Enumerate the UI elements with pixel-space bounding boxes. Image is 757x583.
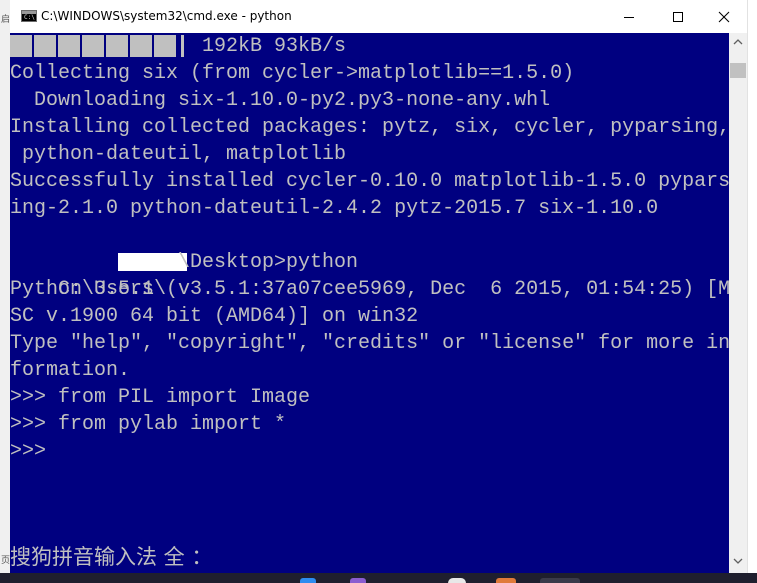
cmd-icon[interactable]: C:\ [21,10,37,22]
console-line: python-dateutil, matplotlib [10,143,347,166]
console-line: ing-2.1.0 python-dateutil-2.4.2 pytz-201… [10,197,659,220]
scrollbar-thumb[interactable] [730,63,746,78]
cmd-icon-text: C:\ [24,14,35,21]
console-line: >>> from PIL import Image [10,386,311,409]
download-progress-bar [10,35,184,57]
close-button[interactable] [701,0,747,33]
scroll-down-icon[interactable] [733,557,743,565]
taskbar-app-icon[interactable] [448,578,466,583]
ime-status-bar: 搜狗拼音输入法 全 ： [10,545,213,569]
side-glyph: 页 [1,555,11,565]
console-line: Collecting six (from cycler->matplotlib=… [10,62,575,85]
console-line: Installing collected packages: pytz, six… [10,116,729,139]
maximize-icon [673,11,683,22]
taskbar-app-icon[interactable] [350,578,366,583]
console-line: Type "help", "copyright", "credits" or "… [10,332,729,355]
taskbar [0,573,757,583]
scroll-up-icon[interactable] [733,38,743,46]
vertical-scrollbar[interactable] [729,33,747,573]
minimize-button[interactable] [606,0,652,33]
side-glyph: 启 [1,14,11,24]
taskbar-app-icon[interactable] [496,578,516,583]
maximize-button[interactable] [655,0,701,33]
taskbar-app-icon[interactable] [540,578,580,583]
console-output[interactable]: 192kB 93kB/s Collecting six (from cycler… [10,33,729,573]
progress-line: 192kB 93kB/s [10,33,346,60]
taskbar-app-icon[interactable] [300,578,316,583]
title-bar[interactable]: C:\ C:\WINDOWS\system32\cmd.exe - python [10,0,747,33]
console-line: formation. [10,359,131,382]
close-icon [718,11,730,22]
prompt-suffix: \Desktop>python [178,251,359,274]
shell-prompt-line: C:\Users\ \Desktop>python [10,249,729,301]
progress-text: 192kB 93kB/s [190,35,347,58]
console-line: >>> from pylab import * [10,413,287,436]
window-title: C:\WINDOWS\system32\cmd.exe - python [41,9,292,23]
window-edge-right [747,0,757,583]
minimize-icon [624,16,634,18]
console-line: >>> [10,440,47,463]
console-line: Python 3.5.1 (v3.5.1:37a07cee5969, Dec 6… [10,278,729,301]
console-line: SC v.1900 64 bit (AMD64)] on win32 [10,305,419,328]
redacted-username [118,253,187,271]
console-line: Successfully installed cycler-0.10.0 mat… [10,170,729,193]
console-line: Downloading six-1.10.0-py2.py3-none-any.… [10,89,551,112]
